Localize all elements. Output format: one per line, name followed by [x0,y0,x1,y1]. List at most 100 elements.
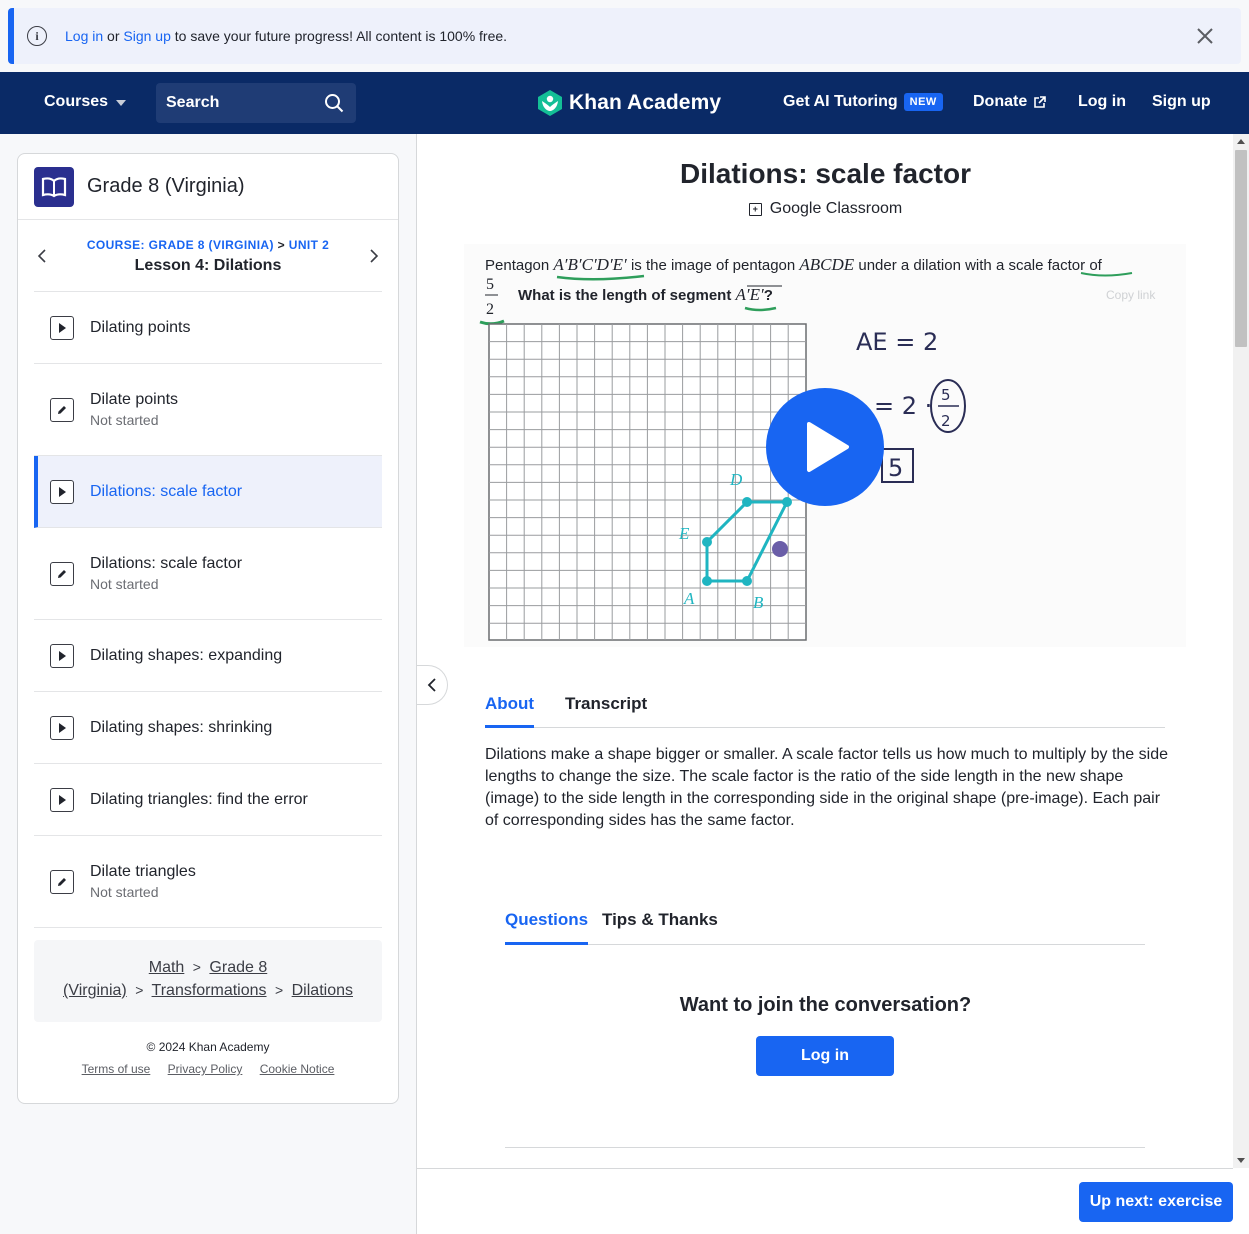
khan-leaf-icon [538,90,562,116]
lesson-item-status: Not started [90,884,159,900]
breadcrumb-transformations[interactable]: Transformations [152,982,267,999]
pencil-icon [50,397,74,422]
lesson-item-label: Dilating shapes: shrinking [90,718,273,736]
lesson-item[interactable]: Dilating points [34,292,382,364]
banner-message: Log in or Sign up to save your future pr… [65,28,508,44]
khan-academy-logo[interactable]: Khan Academy [537,89,721,117]
breadcrumb-grade-b[interactable]: (Virginia) [63,982,127,999]
breadcrumb-math[interactable]: Math [149,959,185,976]
chevron-left-icon[interactable] [36,248,48,264]
lesson-navigator: COURSE: GRADE 8 (VIRGINIA) > UNIT 2 Less… [34,220,382,292]
vertex-label-e: E [678,524,690,543]
chevron-right-icon[interactable] [368,248,380,264]
lesson-item[interactable]: Dilating shapes: expanding [34,620,382,692]
video-frame: Pentagon A′B′C′D′E′ is the image of pent… [479,255,1156,641]
vertex-label-a: A [683,589,695,608]
privacy-link[interactable]: Privacy Policy [168,1062,243,1076]
discussion-tabs: Questions Tips & Thanks [505,910,1145,945]
tab-questions[interactable]: Questions [505,910,589,945]
page-title: Dilations: scale factor [680,158,971,189]
copyright: © 2024 Khan Academy [146,1040,270,1054]
search-input[interactable]: Search [156,83,356,123]
join-conversation-heading: Want to join the conversation? [679,994,972,1016]
lesson-item[interactable]: Dilate triangles Not started [34,836,382,928]
course-sidebar: Grade 8 (Virginia) COURSE: GRADE 8 (VIRG… [17,153,399,1104]
tab-about[interactable]: About [485,694,535,728]
content-tabs: About Transcript [485,694,1165,728]
lesson-breadcrumb: COURSE: GRADE 8 (VIRGINIA) > UNIT 2 [86,238,330,252]
up-next-button[interactable]: Up next: exercise [1079,1182,1233,1222]
play-icon [50,315,74,340]
tab-transcript[interactable]: Transcript [565,694,647,728]
vertex-label-d: D [729,470,743,489]
tab-tips-thanks[interactable]: Tips & Thanks [602,910,718,944]
breadcrumb-grade-a[interactable]: Grade 8 [209,959,267,976]
banner-login-link[interactable]: Log in [65,28,103,44]
lesson-item[interactable]: Dilations: scale factor Not started [34,528,382,620]
play-button[interactable] [766,388,884,506]
copy-link-text: Copy link [1106,288,1156,302]
bottom-bar-edge [1233,1168,1249,1234]
handwriting-frac-num: 5 [941,386,951,404]
lesson-item-label: Dilating triangles: find the error [90,790,308,808]
nav-login-link[interactable]: Log in [1078,93,1126,111]
google-classroom-button[interactable]: + Google Classroom [417,200,1233,218]
external-link-icon [1034,95,1047,108]
nav-signup-link[interactable]: Sign up [1152,93,1211,111]
scrollbar-thumb[interactable] [1235,150,1247,347]
play-icon [50,643,74,668]
login-button[interactable]: Log in [756,1036,894,1076]
ai-tutoring-link[interactable]: Get AI Tutoring NEW [783,93,943,111]
legal-links: Terms of use Privacy Policy Cookie Notic… [18,1062,398,1076]
courses-menu[interactable]: Courses [44,93,127,111]
donate-link[interactable]: Donate [973,93,1047,111]
new-badge: NEW [903,93,943,111]
video-question-prompt: What is the length of segment A′E′? [518,285,773,304]
chevron-down-icon [116,100,127,106]
about-text: Dilations make a shape bigger or smaller… [485,746,1168,829]
vertex-label-b: B [753,593,764,612]
handwriting-calc: = 2 · [874,392,932,420]
chevron-left-icon [427,678,436,692]
collapse-sidebar-button[interactable] [417,665,448,705]
breadcrumb: Math > Grade 8 (Virginia) > Transformati… [34,940,382,1022]
lesson-item[interactable]: Dilate points Not started [34,364,382,456]
scrollbar[interactable] [1233,134,1249,1168]
crumb-course-link[interactable]: COURSE: GRADE 8 (VIRGINIA) [87,238,274,252]
divider [505,1147,1145,1148]
course-header[interactable]: Grade 8 (Virginia) [18,154,398,220]
breadcrumb-dilations[interactable]: Dilations [292,982,353,999]
lesson-item-active[interactable]: Dilations: scale factor [34,456,382,528]
terms-link[interactable]: Terms of use [82,1062,151,1076]
lesson-item-label: Dilations: scale factor [90,482,243,500]
lesson-item-list: Dilating points Dilate points Not started… [34,292,382,928]
close-icon[interactable] [1195,26,1215,46]
scroll-down-icon[interactable] [1237,1158,1245,1163]
lesson-item-label: Dilate points [90,391,179,408]
fraction-denominator: 2 [486,301,494,318]
lesson-title: Lesson 4: Dilations [134,257,282,274]
main-content: Dilations: scale factor + Google Classro… [416,134,1233,1234]
lesson-item-label: Dilations: scale factor [90,555,243,572]
handwriting-frac-den: 2 [941,412,951,430]
play-icon [50,787,74,812]
course-title: Grade 8 (Virginia) [87,175,245,197]
lesson-item[interactable]: Dilating shapes: shrinking [34,692,382,764]
play-icon [50,715,74,740]
banner-signup-link[interactable]: Sign up [123,28,170,44]
fraction-numerator: 5 [486,276,494,293]
lesson-item-status: Not started [90,412,159,428]
lesson-item-label: Dilating points [90,318,191,336]
video-player[interactable]: Pentagon A′B′C′D′E′ is the image of pent… [464,244,1186,647]
search-icon [325,94,344,113]
handwriting-answer: 5 [888,454,903,482]
signup-banner: i Log in or Sign up to save your future … [8,8,1241,64]
handwriting-ae: AE = 2 [856,328,938,356]
cookie-link[interactable]: Cookie Notice [260,1062,335,1076]
crumb-unit-link[interactable]: UNIT 2 [289,238,329,252]
lesson-item-label: Dilating shapes: expanding [90,646,283,664]
lesson-item[interactable]: Dilating triangles: find the error [34,764,382,836]
top-nav: Courses Search Khan Academy Get AI Tutor… [0,72,1249,134]
scroll-up-icon[interactable] [1237,139,1245,144]
bottom-bar: Up next: exercise [417,1168,1233,1234]
